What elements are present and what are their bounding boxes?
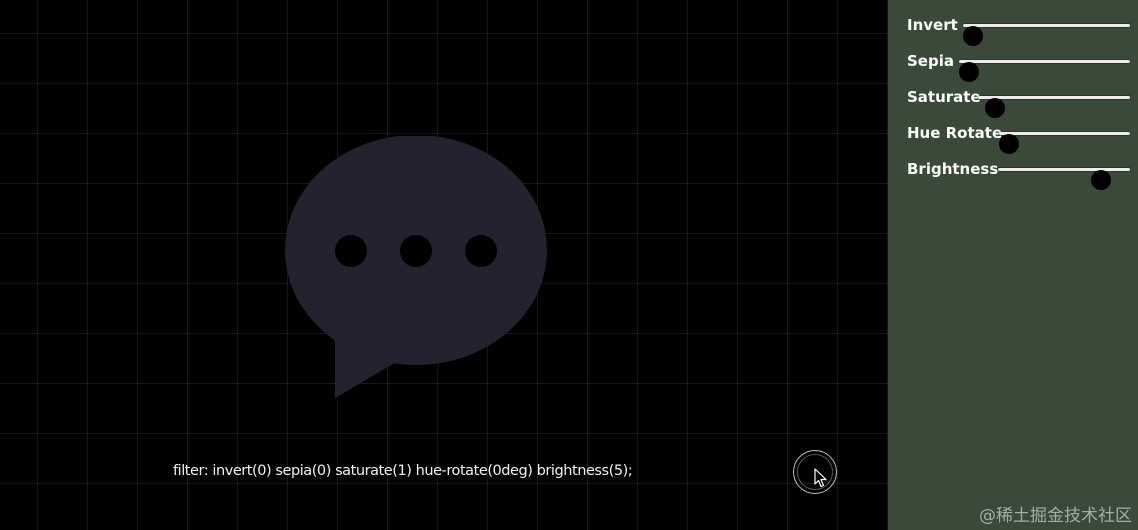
control-brightness: Brightness — [907, 157, 1130, 190]
sepia-label: Sepia — [907, 52, 954, 70]
ellipsis-dot-right — [465, 235, 497, 267]
invert-label: Invert — [907, 16, 958, 34]
brightness-slider-thumb[interactable] — [1091, 170, 1112, 190]
hue-rotate-slider-thumb[interactable] — [999, 134, 1019, 154]
control-hue-rotate: Hue Rotate — [907, 121, 1130, 154]
chat-bubble-icon — [285, 136, 547, 398]
saturate-label: Saturate — [907, 88, 981, 106]
mouse-pointer-icon — [814, 468, 827, 488]
brightness-label: Brightness — [907, 160, 999, 178]
control-sepia: Sepia — [907, 49, 1130, 82]
sepia-slider[interactable] — [959, 60, 1130, 82]
ellipsis-dot-center — [400, 235, 432, 267]
control-saturate: Saturate — [907, 85, 1130, 118]
preview-stage: filter: invert(0) sepia(0) saturate(1) h… — [0, 0, 888, 530]
filter-css-readout: filter: invert(0) sepia(0) saturate(1) h… — [173, 463, 633, 479]
control-invert: Invert — [907, 13, 1130, 46]
hue-rotate-label: Hue Rotate — [907, 124, 1003, 142]
sepia-slider-thumb[interactable] — [959, 62, 979, 82]
brightness-slider[interactable] — [998, 168, 1130, 190]
filter-controls-panel: Invert Sepia Saturate Hue Rotate Brightn… — [888, 0, 1138, 530]
invert-slider-thumb[interactable] — [963, 26, 983, 46]
saturate-slider[interactable] — [978, 96, 1130, 118]
ellipsis-dot-left — [335, 235, 367, 267]
saturate-slider-thumb[interactable] — [984, 98, 1005, 118]
hue-rotate-slider[interactable] — [999, 132, 1130, 154]
watermark-text: @稀土掘金技术社区 — [979, 506, 1132, 526]
invert-slider[interactable] — [963, 24, 1130, 46]
